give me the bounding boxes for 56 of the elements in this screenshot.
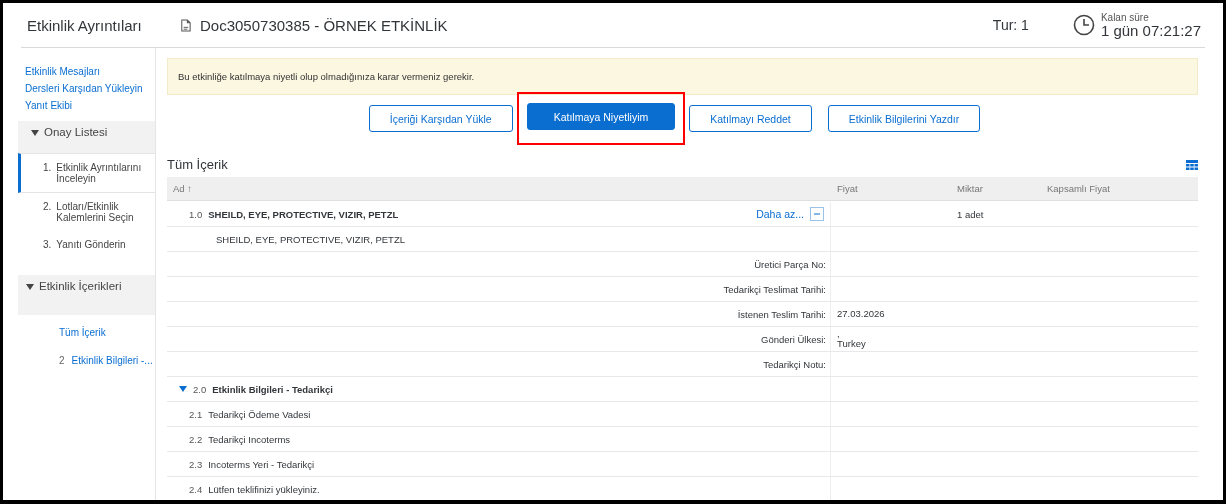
content-link[interactable]: Etkinlik Bilgileri -... — [71, 355, 153, 366]
item-name: Tedarikçi Ödeme Vadesi — [208, 408, 311, 420]
show-less-link[interactable]: Daha az... — [756, 208, 804, 220]
section-title: Onay Listesi — [44, 126, 108, 138]
round-number: Tur: 1 — [992, 17, 1029, 33]
triangle-down-icon — [26, 283, 34, 291]
sidebar-link[interactable]: Yanıt Ekibi — [25, 100, 155, 111]
sidebar-link[interactable]: Etkinlik Mesajları — [25, 66, 155, 77]
table-title: Tüm İçerik — [167, 157, 228, 172]
item-number: 2.4 — [189, 483, 203, 495]
clock-icon — [1072, 14, 1095, 36]
action-button[interactable]: Katılmaya Niyetliyim — [526, 103, 676, 130]
table-cell: 1 adet — [957, 208, 984, 220]
field-label: İstenen Teslim Tarihi: — [737, 308, 826, 320]
item-name: Lütfen teklifinizi yükleyiniz. — [208, 483, 320, 495]
field-label: Tedarikçi Notu: — [763, 358, 826, 370]
section-header[interactable]: Etkinlik İçerikleri — [18, 275, 155, 315]
column-header[interactable]: Miktar — [951, 177, 1041, 201]
checklist-step[interactable]: 1. Etkinlik Ayrıntılarını İnceleyin — [18, 153, 155, 193]
document-icon — [179, 18, 192, 32]
table-layout-icon[interactable] — [1186, 159, 1198, 170]
section-header[interactable]: Onay Listesi — [18, 121, 155, 153]
section-title: Etkinlik İçerikleri — [39, 280, 122, 292]
time-remaining: 1 gün 07:21:27 — [1100, 22, 1201, 39]
column-header[interactable]: Ad ↑ — [167, 177, 831, 201]
action-button[interactable]: Katılmayı Reddet — [689, 105, 812, 132]
checklist-step[interactable]: 2. Lotları/Etkinlik Kalemlerini Seçin — [18, 193, 155, 231]
item-number: 2.3 — [189, 458, 203, 470]
action-button[interactable]: Etkinlik Bilgilerini Yazdır — [827, 105, 981, 132]
field-label: Üretici Parça No: — [754, 258, 826, 270]
document-title: Doc3050730385 - ÖRNEK ETKİNLİK — [200, 16, 449, 34]
item-name: Tedarikçi Incoterms — [208, 433, 291, 445]
item-description: SHEILD, EYE, PROTECTIVE, VIZIR, PETZL — [216, 233, 405, 245]
item-name: SHEILD, EYE, PROTECTIVE, VIZIR, PETZL — [208, 208, 399, 220]
group-name: Etkinlik Bilgileri - Tedarikçi — [212, 383, 333, 395]
field-label: Gönderi Ülkesi: — [761, 333, 826, 345]
item-number: 2.2 — [189, 433, 203, 445]
notice-banner: Bu etkinliğe katılmaya niyetli olup olmadığınıza karar vermeniz gerekir. — [167, 58, 1198, 95]
triangle-down-icon[interactable] — [179, 385, 187, 393]
field-value: 27.03.2026 — [837, 309, 885, 319]
item-number: 2.1 — [189, 408, 203, 420]
field-label: Tedarikçi Teslimat Tarihi: — [723, 283, 826, 295]
page-title: Etkinlik Ayrıntıları — [27, 16, 143, 34]
field-value: , Turkey — [837, 329, 866, 349]
column-header[interactable]: Fiyat — [831, 177, 951, 201]
checklist-step[interactable]: 3. Yanıtı Gönderin — [18, 231, 155, 269]
action-button[interactable]: İçeriği Karşıdan Yükle — [368, 105, 513, 132]
item-number: 2.0 — [193, 383, 207, 395]
triangle-down-icon — [31, 129, 39, 137]
time-remaining-label: Kalan süre — [1100, 11, 1150, 23]
item-number: 2 — [59, 355, 65, 366]
sidebar-link[interactable]: Dersleri Karşıdan Yükleyin — [25, 83, 155, 94]
content-link[interactable]: Tüm İçerik — [59, 327, 106, 338]
column-header[interactable]: Kapsamlı Fiyat — [1041, 177, 1198, 201]
item-name: Incoterms Yeri - Tedarikçi — [208, 458, 315, 470]
item-number: 1.0 — [189, 208, 203, 220]
